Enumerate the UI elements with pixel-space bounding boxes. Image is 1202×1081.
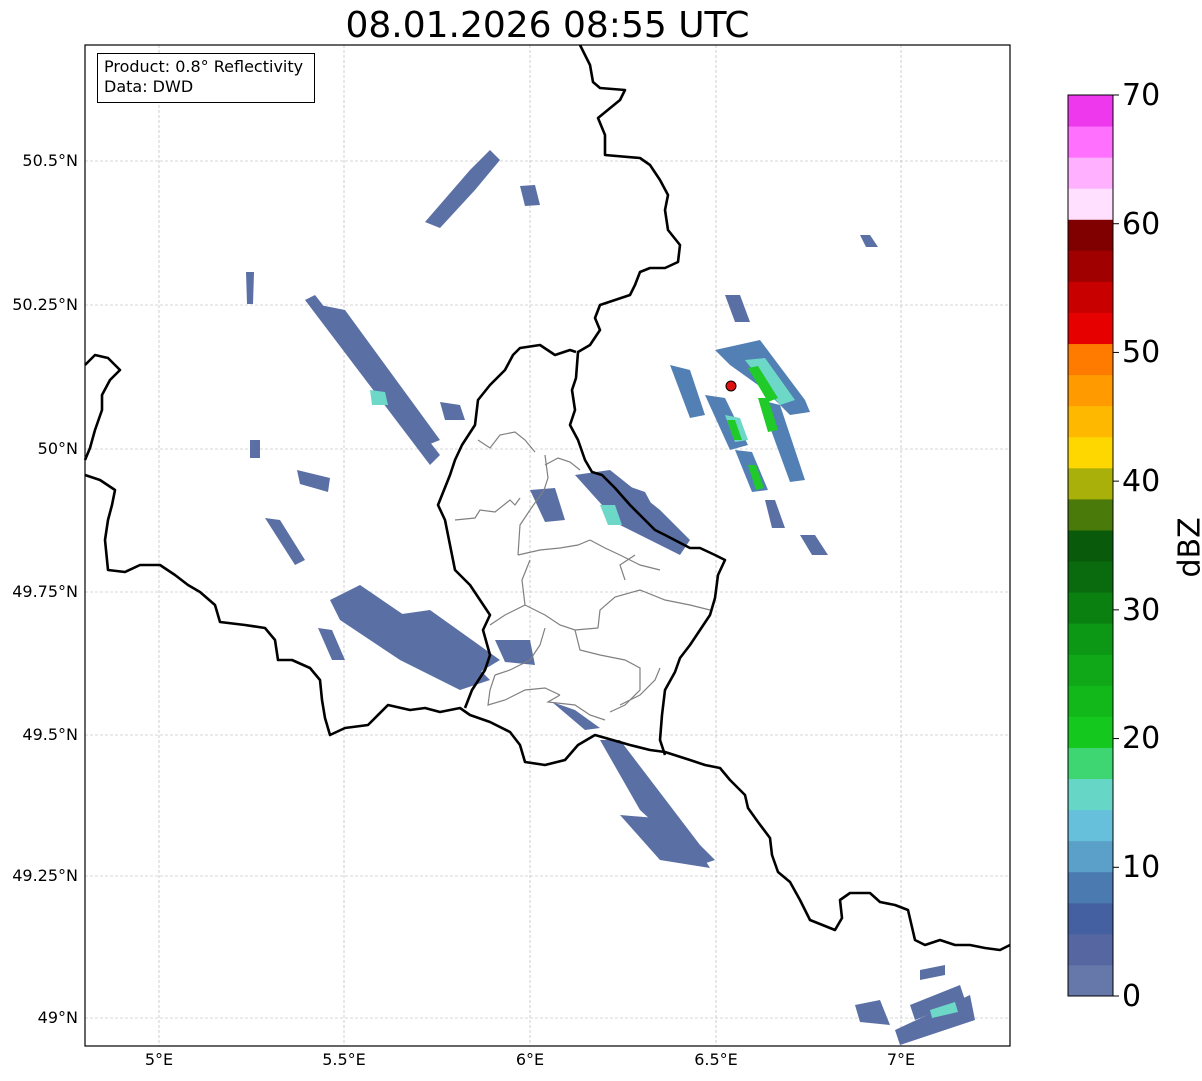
colorbar-segment <box>1068 95 1113 127</box>
lat-tick-50: 50°N <box>37 439 78 458</box>
colorbar-label-0: 0 <box>1122 979 1142 1014</box>
colorbar-label-20: 20 <box>1122 721 1161 756</box>
product-label: Product: 0.8° Reflectivity <box>104 57 304 76</box>
colorbar-segment <box>1068 126 1113 158</box>
colorbar-label-40: 40 <box>1122 464 1161 499</box>
colorbar-segment <box>1068 561 1113 593</box>
colorbar-unit-label: dBZ <box>1172 517 1202 578</box>
colorbar-segment <box>1068 592 1113 624</box>
lat-tick-49.25: 49.25°N <box>12 866 78 885</box>
product-info-box: Product: 0.8° Reflectivity Data: DWD <box>97 53 315 103</box>
data-source-label: Data: DWD <box>104 77 194 96</box>
colorbar-segment <box>1068 343 1113 376</box>
colorbar-segment <box>1068 747 1113 780</box>
colorbar-segment <box>1068 281 1113 313</box>
colorbar-segment <box>1068 778 1113 811</box>
lon-tick-5: 5°E <box>144 1050 174 1069</box>
colorbar-segment <box>1068 405 1113 438</box>
colorbar-segment <box>1068 436 1113 469</box>
lat-tick-50.25: 50.25°N <box>12 295 78 314</box>
colorbar <box>1068 95 1113 997</box>
colorbar-segment <box>1068 250 1113 282</box>
colorbar-segment <box>1068 467 1113 500</box>
lat-tick-49.75: 49.75°N <box>12 582 78 601</box>
colorbar-segment <box>1068 498 1113 531</box>
colorbar-segment <box>1068 685 1113 717</box>
colorbar-segment <box>1068 623 1113 655</box>
colorbar-label-70: 70 <box>1122 78 1161 113</box>
colorbar-segment <box>1068 312 1113 345</box>
colorbar-segment <box>1068 809 1113 842</box>
colorbar-segment <box>1068 871 1113 904</box>
colorbar-label-60: 60 <box>1122 207 1161 242</box>
colorbar-segment <box>1068 716 1113 748</box>
colorbar-segment <box>1068 902 1113 935</box>
lon-tick-6.5: 6.5°E <box>694 1050 738 1069</box>
colorbar-label-10: 10 <box>1122 850 1161 885</box>
colorbar-segment <box>1068 157 1113 189</box>
colorbar-segment <box>1068 840 1113 873</box>
colorbar-segment <box>1068 964 1113 997</box>
colorbar-segment <box>1068 188 1113 220</box>
colorbar-segment <box>1068 219 1113 251</box>
radar-map <box>83 44 1119 1047</box>
lat-tick-49.5: 49.5°N <box>22 725 78 744</box>
lat-tick-50.5: 50.5°N <box>22 151 78 170</box>
colorbar-segment <box>1068 529 1113 562</box>
colorbar-segment <box>1068 654 1113 686</box>
colorbar-segment <box>1068 933 1113 966</box>
colorbar-ticks <box>1113 94 1119 997</box>
lon-tick-7: 7°E <box>886 1050 916 1069</box>
echo-band <box>250 440 260 458</box>
lat-tick-49: 49°N <box>37 1008 78 1027</box>
echo-band <box>246 272 254 304</box>
lon-tick-6: 6°E <box>515 1050 545 1069</box>
lon-tick-5.5: 5.5°E <box>322 1050 366 1069</box>
radar-site-marker[interactable] <box>725 380 737 392</box>
colorbar-segment <box>1068 374 1113 407</box>
colorbar-label-30: 30 <box>1122 593 1161 628</box>
colorbar-label-50: 50 <box>1122 335 1161 370</box>
